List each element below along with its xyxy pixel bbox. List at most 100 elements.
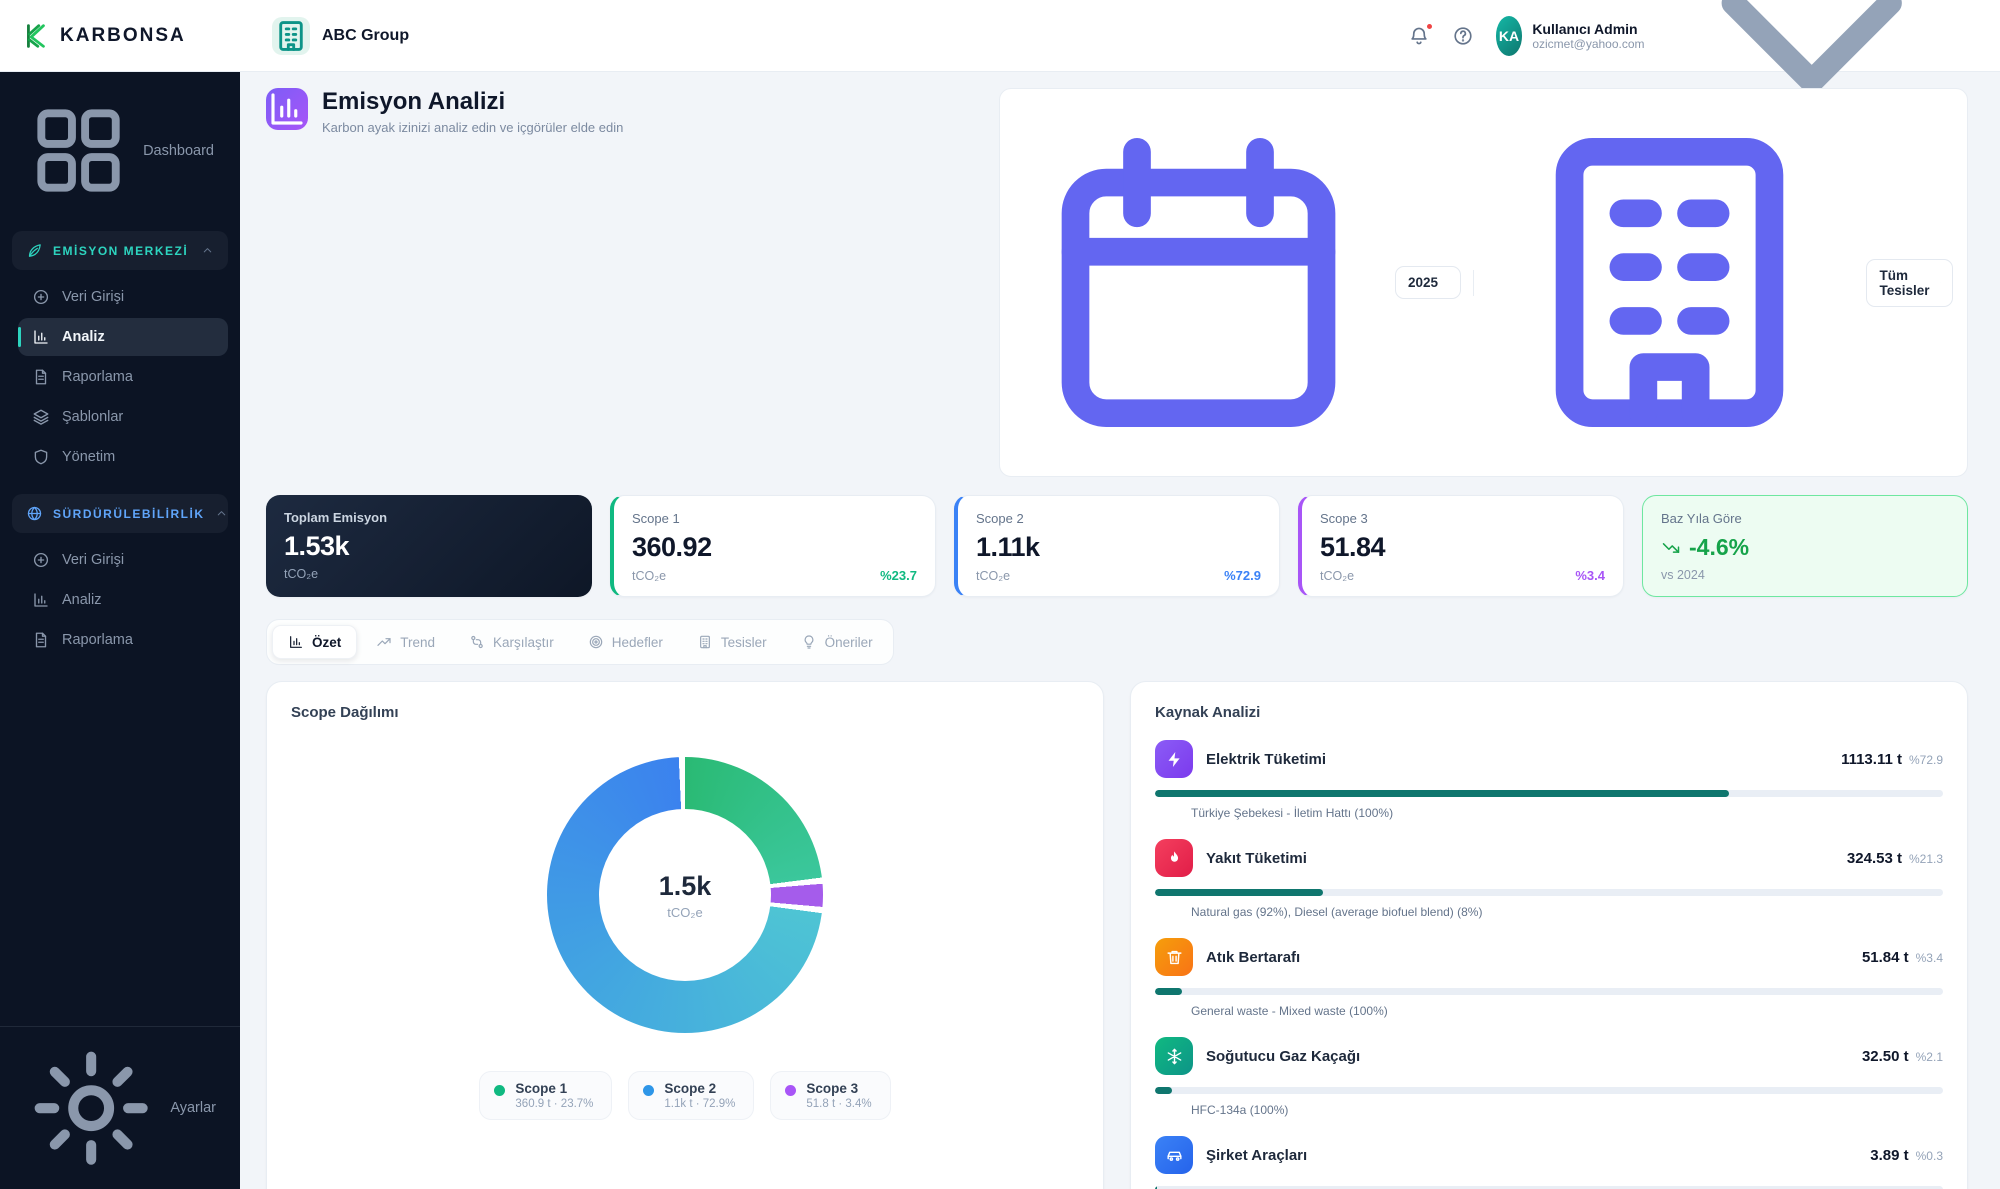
calendar-icon xyxy=(1014,98,1383,467)
source-row-atik-bertarafi: Atık Bertarafı51.84 t%3.4General waste -… xyxy=(1155,938,1943,1018)
notifications-button[interactable] xyxy=(1408,25,1430,47)
section-label: SÜRDÜRÜLEBİLİRLİK xyxy=(53,507,205,521)
progress-track xyxy=(1155,889,1943,896)
app-root: KARBONSA Dashboard EMİSYON MERKEZİ Veri G… xyxy=(0,0,2000,1189)
source-row-sogutucu-gaz-kacagi: Soğutucu Gaz Kaçağı 32.50 t %2.1 HFC-134a (… xyxy=(1155,1037,1943,1117)
stat-unit: tCO₂e xyxy=(976,569,1010,583)
help-icon xyxy=(1452,25,1474,47)
chevron-up-icon xyxy=(215,507,228,520)
tab-label: Karşılaştır xyxy=(493,635,554,650)
sidebar-item-yonetim[interactable]: Yönetim xyxy=(18,438,228,476)
sidebar-footer-label: Ayarlar xyxy=(170,1100,216,1116)
source-pct: %21.3 xyxy=(1909,852,1943,866)
facility-select[interactable]: Tüm Tesisler xyxy=(1866,259,1953,307)
card-title: Scope Dağılımı xyxy=(291,704,1079,721)
leaf-icon xyxy=(26,242,43,259)
sidebar-logo: KARBONSA xyxy=(0,0,240,72)
topbar: ABC Group KA Kullanıcı Admin ozicmet@yah… xyxy=(240,0,2000,72)
tab-label: Hedefler xyxy=(612,635,663,650)
sidebar-item-label: Veri Girişi xyxy=(62,289,124,305)
stat-pct: %23.7 xyxy=(880,568,917,583)
stat-card-scope-1: Scope 1360.92tCO₂e%23.7 xyxy=(610,495,936,597)
snowflake-icon xyxy=(1155,1037,1193,1075)
source-name: Soğutucu Gaz Kaçağı xyxy=(1206,1048,1360,1065)
scope-distribution-card: Scope Dağılımı 1.5k tCO₂e Scope 1360.9 t… xyxy=(266,681,1104,1189)
year-select[interactable]: 2025 xyxy=(1395,266,1461,299)
sidebar-item-analiz[interactable]: Analiz xyxy=(18,581,228,619)
stat-label: Toplam Emisyon xyxy=(284,510,574,525)
sidebar-section-emi-syon-merkezi[interactable]: EMİSYON MERKEZİ xyxy=(12,231,228,270)
karbonsa-logo-icon xyxy=(20,21,50,51)
tab-karsilastir[interactable]: Karşılaştır xyxy=(454,625,569,659)
stat-sub: vs 2024 xyxy=(1661,568,1949,582)
sidebar-item-ayarlar[interactable]: Ayarlar xyxy=(0,1026,240,1189)
legend-dot xyxy=(785,1085,796,1096)
progress-fill xyxy=(1155,790,1729,797)
sidebar-item-veri-girisi[interactable]: Veri Girişi xyxy=(18,278,228,316)
plus-circle-icon xyxy=(32,551,50,569)
facility-select-value: Tüm Tesisler xyxy=(1879,268,1929,298)
zap-icon xyxy=(1155,740,1193,778)
building-icon xyxy=(272,17,310,55)
user-name: Kullanıcı Admin xyxy=(1532,21,1644,37)
sidebar-nav: Dashboard EMİSYON MERKEZİVeri GirişiAnal… xyxy=(0,72,240,1026)
tab-oneriler[interactable]: Öneriler xyxy=(786,625,888,659)
source-detail: Türkiye Şebekesi - İletim Hattı (100%) xyxy=(1191,806,1943,820)
help-button[interactable] xyxy=(1452,25,1474,47)
progress-fill xyxy=(1155,889,1323,896)
progress-track xyxy=(1155,1087,1943,1094)
sidebar-section-surdurulebi-li-rli-k[interactable]: SÜRDÜRÜLEBİLİRLİK xyxy=(12,494,228,533)
legend-detail: 51.8 t · 3.4% xyxy=(806,1098,871,1110)
sidebar-item-sablonlar[interactable]: Şablonlar xyxy=(18,398,228,436)
sidebar-item-raporlama[interactable]: Raporlama xyxy=(18,358,228,396)
tab-label: Özet xyxy=(312,635,341,650)
tab-trend[interactable]: Trend xyxy=(361,625,450,659)
chevron-up-icon xyxy=(201,244,214,257)
source-value: 324.53 t xyxy=(1847,850,1902,867)
trash-icon xyxy=(1155,938,1193,976)
building-icon xyxy=(697,634,713,650)
gear-icon xyxy=(24,1041,158,1175)
tab-ozet[interactable]: Özet xyxy=(272,625,357,659)
stat-value: 51.84 xyxy=(1320,532,1605,563)
progress-track xyxy=(1155,988,1943,995)
sidebar-item-label: Raporlama xyxy=(62,369,133,385)
sidebar-item-veri-girisi[interactable]: Veri Girişi xyxy=(18,541,228,579)
trending-down-icon xyxy=(1661,538,1681,558)
stat-value: 360.92 xyxy=(632,532,917,563)
user-email: ozicmet@yahoo.com xyxy=(1532,37,1644,51)
sidebar-item-analiz[interactable]: Analiz xyxy=(18,318,228,356)
progress-fill xyxy=(1155,988,1182,995)
source-row-sirket-araclari: Şirket Araçları3.89 t%0.3Average car (10… xyxy=(1155,1136,1943,1189)
sidebar: KARBONSA Dashboard EMİSYON MERKEZİ Veri G… xyxy=(0,0,240,1189)
car-icon xyxy=(1155,1136,1193,1174)
stat-card-baz-yila-gore: Baz Yıla Göre-4.6%vs 2024 xyxy=(1642,495,1968,597)
car-icon xyxy=(1165,1146,1184,1165)
legend-detail: 360.9 t · 23.7% xyxy=(515,1098,593,1110)
notification-dot xyxy=(1425,22,1434,31)
page-subtitle: Karbon ayak izinizi analiz edin ve içgör… xyxy=(322,120,623,135)
source-value: 32.50 t xyxy=(1862,1048,1909,1065)
stat-card-toplam-emisyon: Toplam Emisyon1.53ktCO₂e xyxy=(266,495,592,597)
source-detail: Natural gas (92%), Diesel (average biofu… xyxy=(1191,905,1943,919)
tab-tesisler[interactable]: Tesisler xyxy=(682,625,782,659)
source-analysis-card: Kaynak Analizi Elektrik Tüketimi1113.11 … xyxy=(1130,681,1968,1189)
source-detail: General waste - Mixed waste (100%) xyxy=(1191,1004,1943,1018)
grid-icon xyxy=(26,98,131,203)
source-pct: %2.1 xyxy=(1916,1050,1943,1064)
flame-icon xyxy=(1155,839,1193,877)
source-detail: HFC-134a (100%) xyxy=(1191,1103,1943,1117)
donut-center-unit: tCO₂e xyxy=(667,905,702,920)
card-title: Kaynak Analizi xyxy=(1155,704,1943,721)
sidebar-item-raporlama[interactable]: Raporlama xyxy=(18,621,228,659)
building-icon xyxy=(1485,98,1854,467)
tab-hedefler[interactable]: Hedefler xyxy=(573,625,678,659)
source-pct: %72.9 xyxy=(1909,753,1943,767)
source-row-yakit-tuketimi: Yakıt Tüketimi324.53 t%21.3Natural gas (… xyxy=(1155,839,1943,919)
source-value: 51.84 t xyxy=(1862,949,1909,966)
org-badge: ABC Group xyxy=(272,17,409,55)
target-icon xyxy=(588,634,604,650)
bar-chart-icon xyxy=(32,328,50,346)
compare-icon xyxy=(469,634,485,650)
sidebar-item-dashboard[interactable]: Dashboard xyxy=(12,88,228,213)
